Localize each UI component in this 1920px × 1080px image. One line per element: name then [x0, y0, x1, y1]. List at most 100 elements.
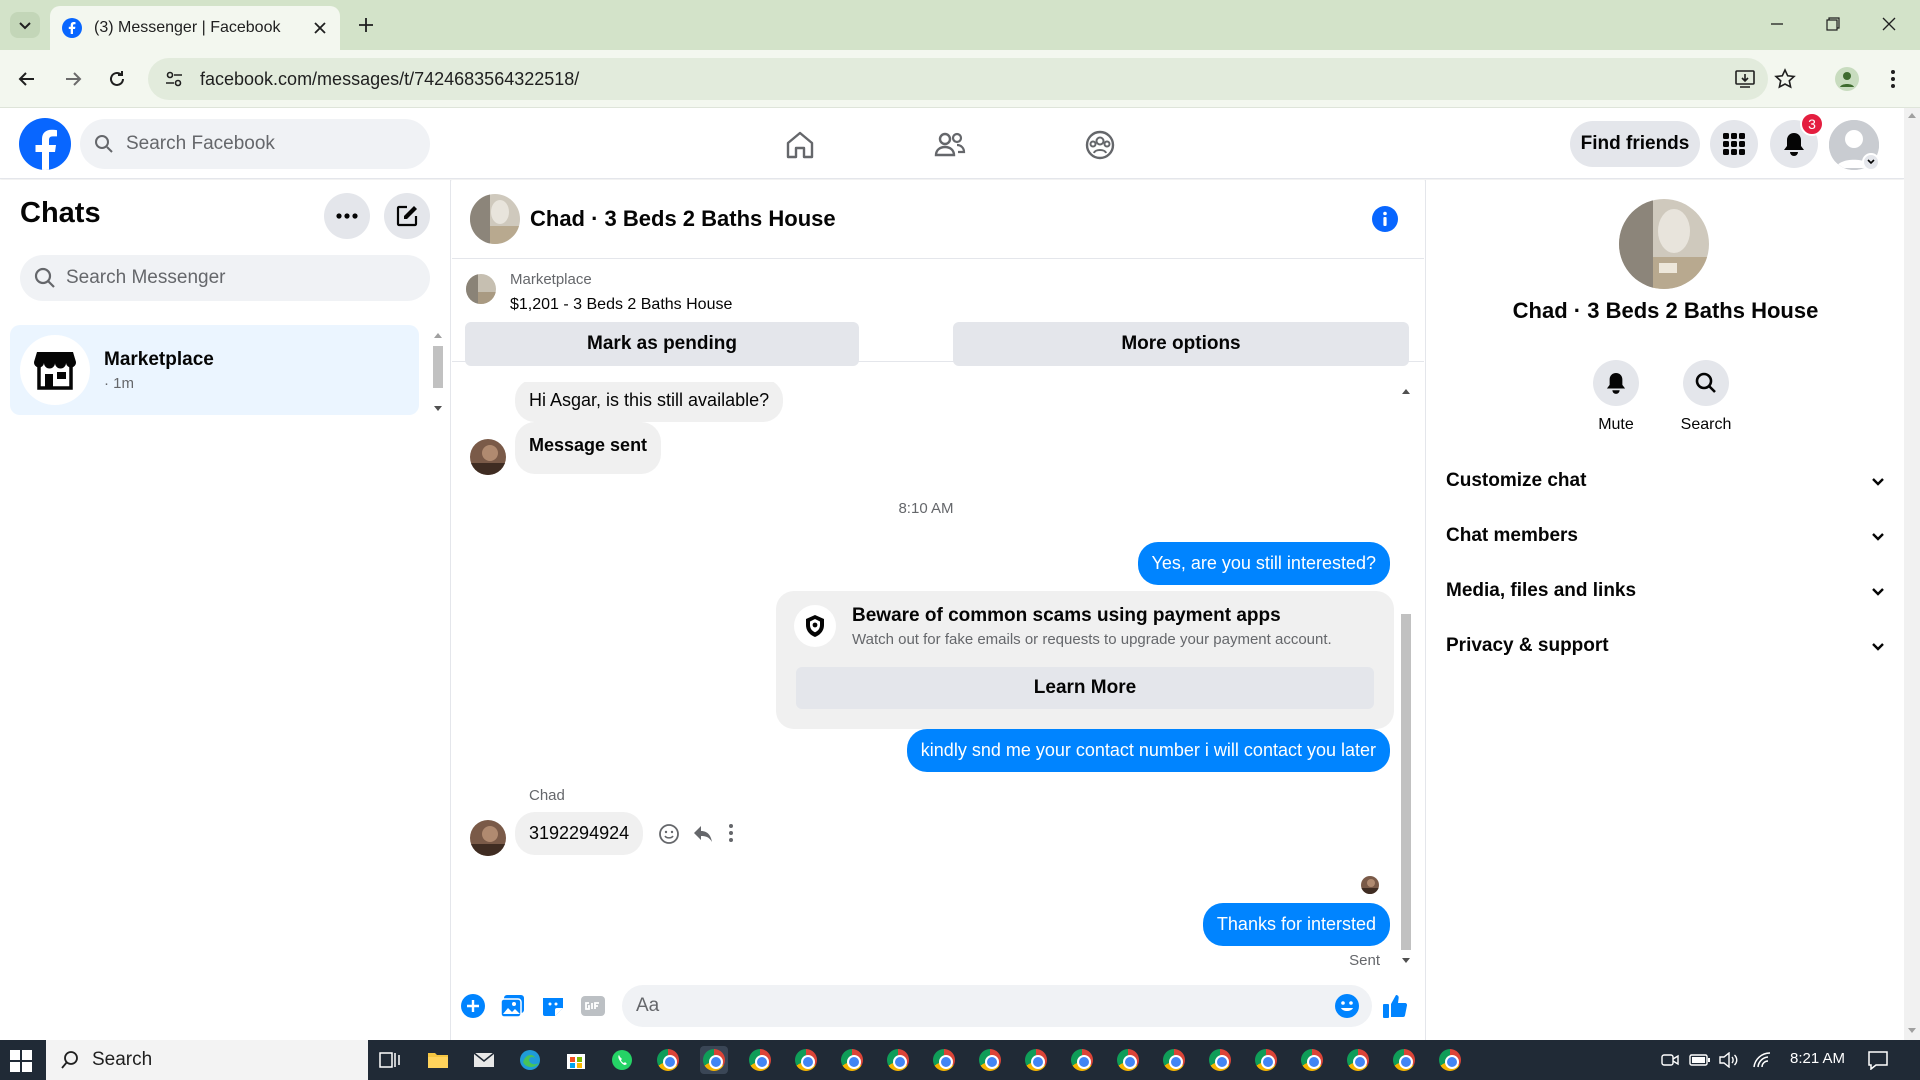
- browser-tab-messenger[interactable]: (3) Messenger | Facebook: [50, 6, 340, 50]
- conversation-info-button[interactable]: [1372, 206, 1398, 232]
- sender-avatar[interactable]: [470, 820, 506, 856]
- close-tab-icon[interactable]: [314, 22, 326, 34]
- reply-button[interactable]: [692, 823, 714, 845]
- close-window-button[interactable]: [1866, 8, 1912, 40]
- battery-indicator[interactable]: [1686, 1046, 1714, 1074]
- install-app-button[interactable]: [1730, 64, 1760, 94]
- nav-friends[interactable]: [930, 125, 970, 165]
- taskbar-search[interactable]: Search: [46, 1040, 368, 1080]
- message-incoming[interactable]: Hi Asgar, is this still available?: [515, 382, 784, 422]
- back-button[interactable]: [12, 64, 42, 94]
- message-more-button[interactable]: [728, 823, 738, 845]
- new-message-button[interactable]: [384, 193, 430, 239]
- more-options-button[interactable]: More options: [953, 322, 1409, 366]
- find-friends-button[interactable]: Find friends: [1570, 121, 1700, 167]
- meet-now-button[interactable]: [1656, 1046, 1684, 1074]
- chrome-taskbar-1[interactable]: [654, 1046, 682, 1074]
- chrome-taskbar-17[interactable]: [1390, 1046, 1418, 1074]
- file-explorer-button[interactable]: [424, 1046, 452, 1074]
- nav-groups[interactable]: [1080, 125, 1120, 165]
- message-incoming[interactable]: Message sent: [515, 422, 662, 474]
- listing-title[interactable]: $1,201 - 3 Beds 2 Baths House: [510, 296, 732, 314]
- chats-sidebar: Chats Search Messenger Marketplace · 1m: [0, 180, 451, 1040]
- chrome-taskbar-6[interactable]: [884, 1046, 912, 1074]
- taskbar-clock[interactable]: 8:21 AM: [1790, 1050, 1845, 1067]
- sticker-button[interactable]: [538, 991, 568, 1021]
- chrome-taskbar-9[interactable]: [1022, 1046, 1050, 1074]
- chrome-taskbar-2[interactable]: [700, 1046, 728, 1074]
- chrome-taskbar-11[interactable]: [1114, 1046, 1142, 1074]
- chrome-menu-button[interactable]: [1878, 64, 1908, 94]
- chrome-taskbar-7[interactable]: [930, 1046, 958, 1074]
- messages-scrollbar[interactable]: [1398, 382, 1414, 972]
- edge-button[interactable]: [516, 1046, 544, 1074]
- store-button[interactable]: [562, 1046, 590, 1074]
- gif-button[interactable]: [578, 991, 608, 1021]
- forward-button[interactable]: [58, 64, 88, 94]
- new-tab-button[interactable]: [352, 12, 380, 38]
- mute-action[interactable]: Mute: [1576, 360, 1656, 434]
- menu-button[interactable]: [1710, 120, 1758, 168]
- task-view-button[interactable]: [376, 1046, 404, 1074]
- reload-button[interactable]: [102, 64, 132, 94]
- nav-home[interactable]: [780, 125, 820, 165]
- tab-search-button[interactable]: [10, 12, 40, 38]
- conversation-avatar[interactable]: [470, 194, 520, 244]
- restore-button[interactable]: [1810, 8, 1856, 40]
- search-in-conversation-button[interactable]: [1683, 360, 1729, 406]
- section-media-files-links[interactable]: Media, files and links: [1446, 571, 1886, 611]
- address-bar[interactable]: facebook.com/messages/t/7424683564322518…: [148, 58, 1768, 100]
- info-panel-avatar[interactable]: [1619, 199, 1709, 289]
- facebook-logo[interactable]: [19, 118, 71, 170]
- search-in-conversation-action[interactable]: Search: [1666, 360, 1746, 434]
- chrome-taskbar-16[interactable]: [1344, 1046, 1372, 1074]
- chrome-taskbar-4[interactable]: [792, 1046, 820, 1074]
- chat-list-item-marketplace[interactable]: Marketplace · 1m: [10, 325, 419, 415]
- chrome-taskbar-5[interactable]: [838, 1046, 866, 1074]
- chats-scrollbar[interactable]: [430, 328, 446, 418]
- emoji-button[interactable]: [1332, 991, 1362, 1021]
- mark-as-pending-button[interactable]: Mark as pending: [465, 322, 859, 366]
- delivery-status: Sent: [1349, 952, 1380, 969]
- site-info-icon[interactable]: [164, 69, 184, 89]
- bookmark-button[interactable]: [1770, 64, 1800, 94]
- learn-more-button[interactable]: Learn More: [796, 667, 1374, 709]
- chrome-taskbar-10[interactable]: [1068, 1046, 1096, 1074]
- network-indicator[interactable]: [1748, 1046, 1776, 1074]
- whatsapp-button[interactable]: [608, 1046, 636, 1074]
- start-button[interactable]: [10, 1050, 32, 1072]
- section-customize-chat[interactable]: Customize chat: [1446, 461, 1886, 501]
- like-button[interactable]: [1380, 991, 1410, 1021]
- chrome-taskbar-3[interactable]: [746, 1046, 774, 1074]
- mute-button[interactable]: [1593, 360, 1639, 406]
- message-incoming[interactable]: 3192294924: [515, 812, 644, 855]
- message-outgoing[interactable]: Yes, are you still interested?: [1137, 542, 1390, 585]
- mail-button[interactable]: [470, 1046, 498, 1074]
- section-privacy-support[interactable]: Privacy & support: [1446, 626, 1886, 666]
- chrome-taskbar-14[interactable]: [1252, 1046, 1280, 1074]
- message-input[interactable]: [622, 985, 1372, 1027]
- section-chat-members[interactable]: Chat members: [1446, 516, 1886, 556]
- volume-indicator[interactable]: [1714, 1046, 1742, 1074]
- message-outgoing[interactable]: Thanks for intersted: [1202, 903, 1390, 946]
- chrome-taskbar-8[interactable]: [976, 1046, 1004, 1074]
- messenger-search[interactable]: Search Messenger: [20, 255, 430, 301]
- listing-thumbnail[interactable]: [466, 274, 496, 304]
- chrome-profile-button[interactable]: [1832, 64, 1862, 94]
- chats-options-button[interactable]: [324, 193, 370, 239]
- conversation-title[interactable]: Chad · 3 Beds 2 Baths House: [530, 206, 836, 232]
- more-actions-button[interactable]: [458, 991, 488, 1021]
- sender-avatar[interactable]: [470, 439, 506, 475]
- chrome-taskbar-15[interactable]: [1298, 1046, 1326, 1074]
- minimize-button[interactable]: [1754, 8, 1800, 40]
- react-button[interactable]: [658, 823, 680, 845]
- page-scrollbar[interactable]: [1904, 108, 1920, 1040]
- account-caret[interactable]: [1862, 153, 1880, 171]
- message-outgoing[interactable]: kindly snd me your contact number i will…: [906, 729, 1390, 772]
- attach-photo-button[interactable]: [498, 991, 528, 1021]
- chrome-taskbar-12[interactable]: [1160, 1046, 1188, 1074]
- chrome-taskbar-13[interactable]: [1206, 1046, 1234, 1074]
- facebook-search[interactable]: Search Facebook: [80, 119, 430, 169]
- notification-center-button[interactable]: [1864, 1046, 1892, 1074]
- chrome-taskbar-18[interactable]: [1436, 1046, 1464, 1074]
